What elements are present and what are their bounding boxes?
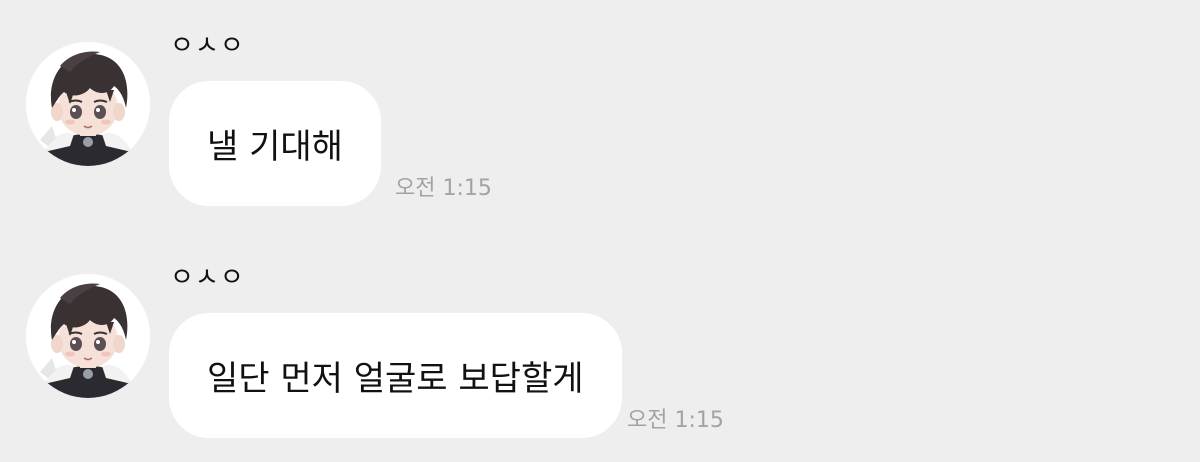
sender-name: ㅇㅅㅇ <box>170 263 245 293</box>
profile-avatar[interactable] <box>26 42 150 166</box>
message-bubble[interactable]: 일단 먼저 얼굴로 보답할게 <box>169 313 622 438</box>
message-bubble[interactable]: 낼 기대해 <box>169 81 381 206</box>
message-timestamp: 오전 1:15 <box>395 176 492 201</box>
avatar-image-icon <box>26 274 150 398</box>
message-text: 낼 기대해 <box>207 127 343 167</box>
avatar-image-icon <box>26 42 150 166</box>
profile-avatar[interactable] <box>26 274 150 398</box>
sender-name: ㅇㅅㅇ <box>170 31 245 61</box>
chat-message: ㅇㅅㅇ 낼 기대해 오전 1:15 <box>0 30 1200 230</box>
chat-message: ㅇㅅㅇ 일단 먼저 얼굴로 보답할게 오전 1:15 <box>0 262 1200 462</box>
message-text: 일단 먼저 얼굴로 보답할게 <box>207 359 584 399</box>
message-timestamp: 오전 1:15 <box>627 408 724 433</box>
